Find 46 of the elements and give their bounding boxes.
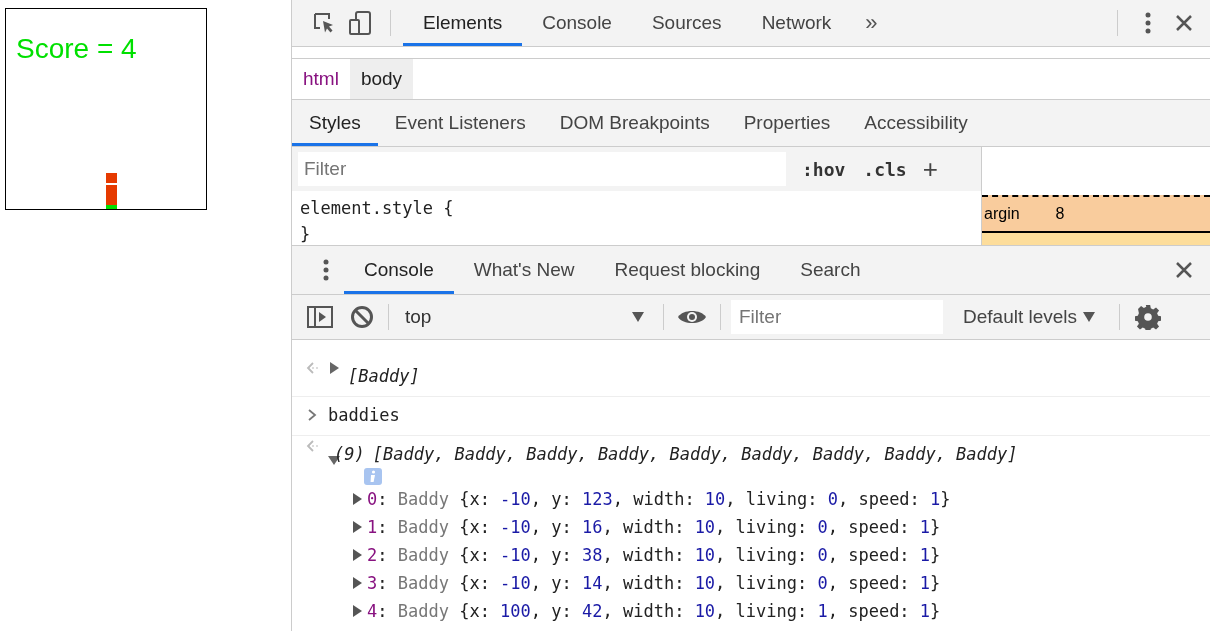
console-filter-field[interactable]: Filter bbox=[731, 300, 943, 334]
collapsed-triangle-icon[interactable] bbox=[352, 549, 363, 561]
array-summary: [Baddy] bbox=[348, 365, 420, 388]
panel-tab[interactable]: Network bbox=[741, 0, 852, 46]
levels-dropdown[interactable]: Default levels bbox=[949, 306, 1110, 328]
object-entry: 4: Baddy {x: 100, y: 42, width: 10, living: 1, speed: 1} bbox=[367, 600, 941, 623]
collapsed-triangle-icon[interactable] bbox=[352, 577, 363, 589]
breadcrumb[interactable]: body bbox=[349, 59, 414, 99]
drawer-tab[interactable]: Request blocking bbox=[594, 246, 781, 294]
filter-field[interactable]: Filter bbox=[298, 152, 786, 186]
hov-button[interactable]: :hov bbox=[800, 158, 848, 180]
result-arrow-icon bbox=[306, 440, 320, 452]
margin-value: 8 bbox=[1055, 205, 1065, 223]
caret-icon bbox=[1083, 312, 1096, 322]
panel-tab[interactable]: Console bbox=[522, 0, 632, 46]
collapsed-triangle-icon[interactable] bbox=[352, 521, 363, 533]
info-icon bbox=[364, 468, 382, 485]
context-select[interactable]: top bbox=[397, 306, 653, 328]
rule-brace: } bbox=[300, 223, 312, 246]
drawer-tab[interactable]: Search bbox=[780, 246, 881, 294]
sidebar-tab[interactable]: Accessibility bbox=[847, 100, 985, 146]
sidebar-tab[interactable]: Properties bbox=[726, 100, 848, 146]
array-summary: [Baddy, Baddy, Baddy, Baddy, Baddy, Baddy, Baddy, Baddy, Baddy] bbox=[372, 443, 1018, 466]
sidebar-tab[interactable]: DOM Breakpoints bbox=[542, 100, 727, 146]
rule-selector: element.style { bbox=[300, 197, 455, 220]
margin-label: argin bbox=[984, 205, 1020, 223]
breadcrumb[interactable]: html bbox=[292, 59, 350, 99]
cls-button[interactable]: .cls bbox=[861, 158, 909, 180]
panel-tab[interactable]: Sources bbox=[631, 0, 742, 46]
collapsed-triangle-icon[interactable] bbox=[352, 605, 363, 617]
collapsed-triangle-icon[interactable] bbox=[352, 493, 363, 505]
array-length: (9) bbox=[334, 443, 365, 466]
more-tabs-button[interactable]: » bbox=[851, 10, 892, 36]
sidebar-tab[interactable]: Event Listeners bbox=[377, 100, 543, 146]
collapsed-triangle-icon[interactable] bbox=[328, 362, 340, 374]
object-entry: 0: Baddy {x: -10, y: 123, width: 10, living: 0, speed: 1} bbox=[367, 488, 951, 511]
score-text: Score = 4 bbox=[16, 33, 137, 65]
command-text: baddies bbox=[328, 404, 400, 427]
object-entry: 3: Baddy {x: -10, y: 14, width: 10, living: 0, speed: 1} bbox=[367, 572, 941, 595]
object-entry: 2: Baddy {x: -10, y: 38, width: 10, living: 0, speed: 1} bbox=[367, 544, 941, 567]
object-entry: 1: Baddy {x: -10, y: 16, width: 10, living: 0, speed: 1} bbox=[367, 516, 941, 539]
drawer-tab[interactable]: What's New bbox=[453, 246, 595, 294]
new-rule-button[interactable]: + bbox=[922, 153, 938, 185]
player-drawing bbox=[106, 173, 117, 209]
caret-icon bbox=[631, 311, 645, 323]
result-arrow-icon bbox=[306, 362, 320, 374]
